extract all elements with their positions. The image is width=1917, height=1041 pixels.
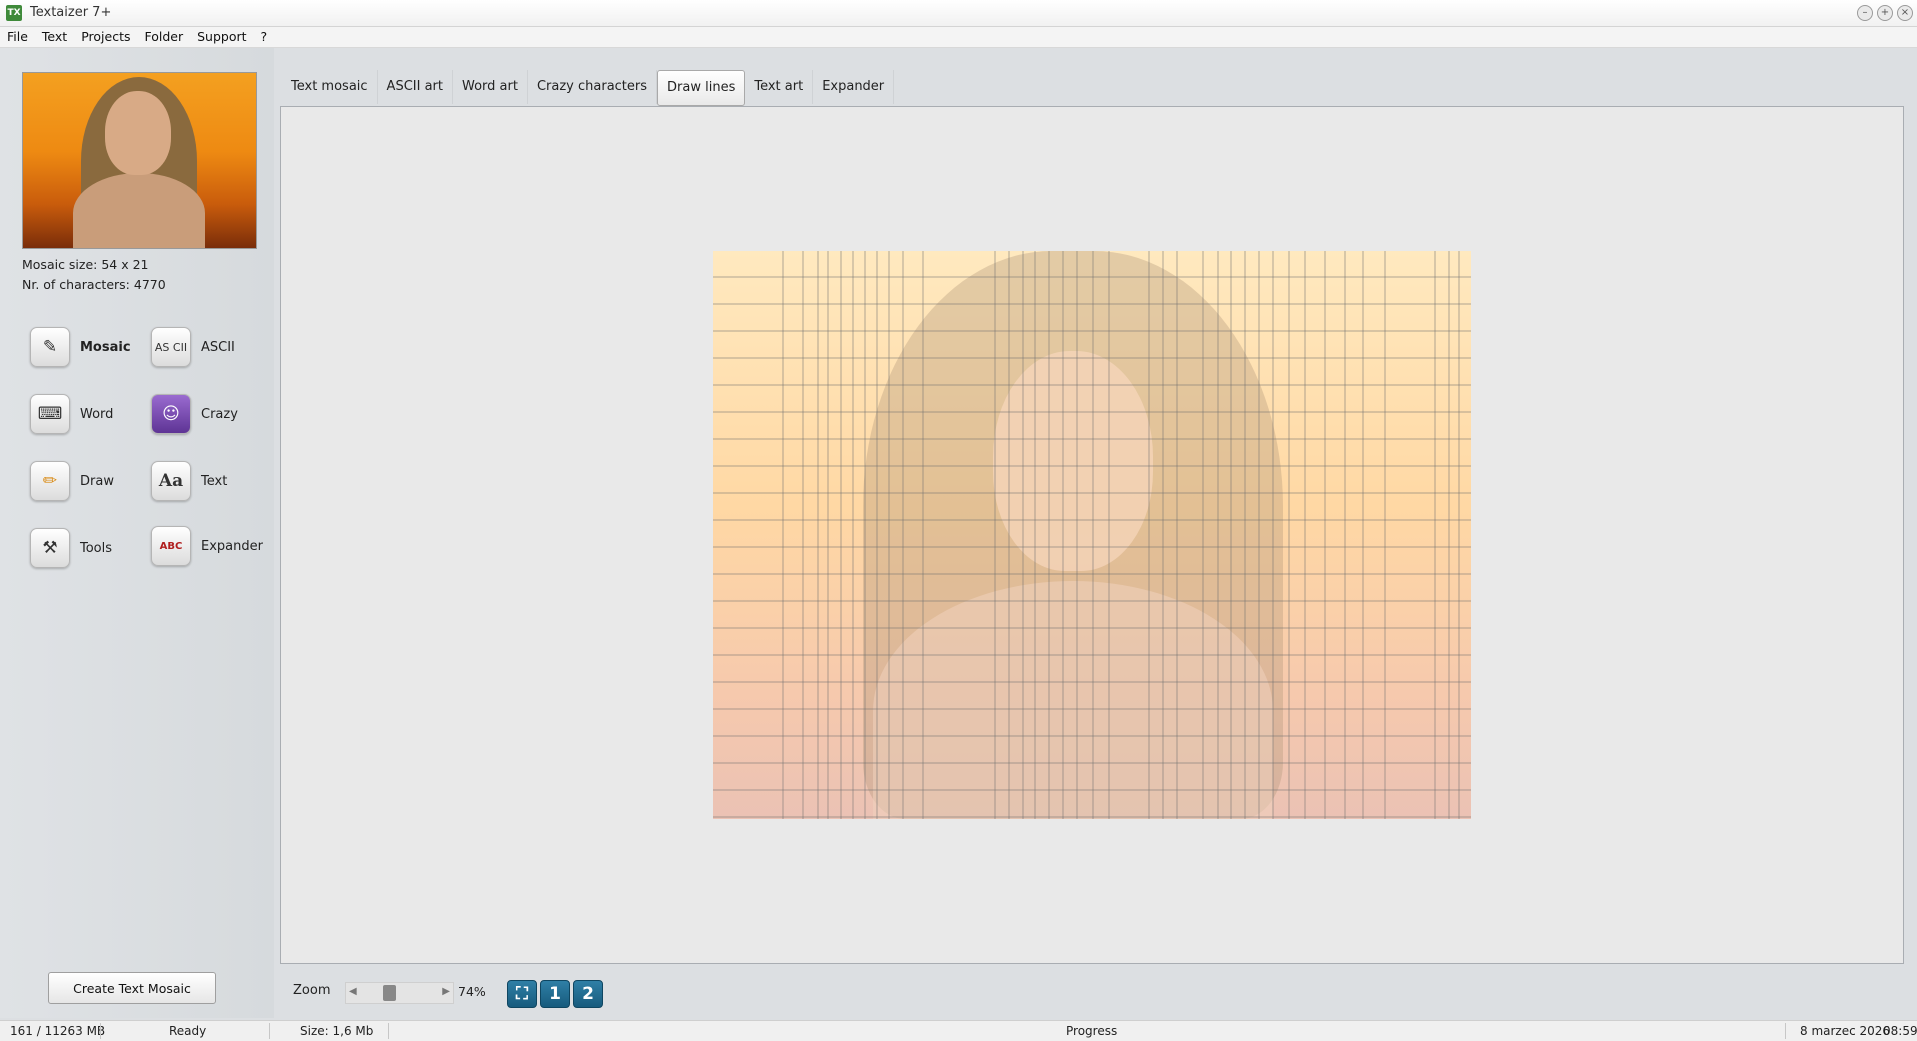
crazy-face-icon: ☺ bbox=[151, 394, 191, 434]
mode-label: Draw bbox=[80, 473, 114, 489]
tools-icon: ⚒ bbox=[30, 528, 70, 568]
zoom-2-button[interactable]: 2 bbox=[573, 980, 603, 1008]
app-icon: TX bbox=[6, 5, 22, 21]
menu-file[interactable]: File bbox=[0, 27, 35, 47]
tab-draw-lines[interactable]: Draw lines bbox=[657, 70, 746, 106]
mode-label: Crazy bbox=[201, 406, 238, 422]
zoom-value: 74% bbox=[458, 984, 486, 999]
mode-label: Word bbox=[80, 406, 114, 422]
menu-folder[interactable]: Folder bbox=[137, 27, 190, 47]
font-icon: Aa bbox=[151, 461, 191, 501]
tab-crazy-characters[interactable]: Crazy characters bbox=[528, 70, 658, 104]
slider-left-arrow-icon[interactable]: ◀ bbox=[349, 986, 357, 997]
mode-label: Tools bbox=[80, 540, 113, 556]
tab-bar: Text mosaic ASCII art Word art Crazy cha… bbox=[282, 70, 895, 106]
mode-mosaic[interactable]: ✎ Mosaic bbox=[30, 327, 131, 367]
fit-to-window-icon[interactable]: ⛶ bbox=[507, 980, 537, 1008]
mode-label: Expander bbox=[201, 538, 263, 554]
zoom-label: Zoom bbox=[293, 983, 331, 998]
status-time: 08:59 bbox=[1883, 1024, 1917, 1038]
status-memory: 161 / 11263 MB bbox=[10, 1024, 106, 1038]
menu-projects[interactable]: Projects bbox=[74, 27, 137, 47]
title-bar: TX Textaizer 7+ – + × bbox=[0, 0, 1917, 27]
tab-text-art[interactable]: Text art bbox=[745, 70, 814, 104]
mode-label: Text bbox=[201, 473, 228, 489]
abc-brush-icon: ABC bbox=[151, 526, 191, 566]
mode-expander[interactable]: ABC Expander bbox=[151, 526, 263, 566]
menu-bar: File Text Projects Folder Support ? bbox=[0, 27, 1917, 48]
sidebar: Mosaic size: 54 x 21 Nr. of characters: … bbox=[0, 48, 274, 1018]
source-image-thumbnail[interactable] bbox=[22, 72, 257, 249]
status-size: Size: 1,6 Mb bbox=[300, 1024, 374, 1038]
line-grid-overlay bbox=[713, 251, 1471, 819]
tab-expander[interactable]: Expander bbox=[813, 70, 895, 104]
pen-paper-icon: ✎ bbox=[30, 327, 70, 367]
status-state: Ready bbox=[169, 1024, 207, 1038]
tab-ascii-art[interactable]: ASCII art bbox=[378, 70, 453, 104]
menu-support[interactable]: Support bbox=[190, 27, 253, 47]
character-count: Nr. of characters: 4770 bbox=[22, 277, 166, 292]
preview-canvas[interactable] bbox=[280, 106, 1904, 964]
status-date: 8 marzec 2026 bbox=[1800, 1024, 1891, 1038]
draw-lines-preview[interactable] bbox=[713, 251, 1471, 819]
slider-right-arrow-icon[interactable]: ▶ bbox=[442, 986, 450, 997]
zoom-slider[interactable]: ◀ ▶ bbox=[345, 982, 454, 1004]
menu-text[interactable]: Text bbox=[35, 27, 74, 47]
status-bar: 161 / 11263 MB Ready Size: 1,6 Mb Progre… bbox=[0, 1020, 1917, 1041]
menu-help[interactable]: ? bbox=[254, 27, 275, 47]
typewriter-icon: ⌨ bbox=[30, 394, 70, 434]
window-title: Textaizer 7+ bbox=[30, 5, 112, 20]
mode-text[interactable]: Aa Text bbox=[151, 461, 227, 501]
mode-ascii[interactable]: AS CII ASCII bbox=[151, 327, 235, 367]
mosaic-size: Mosaic size: 54 x 21 bbox=[22, 257, 149, 272]
zoom-slider-thumb[interactable] bbox=[383, 985, 396, 1001]
mode-label: Mosaic bbox=[80, 339, 131, 355]
close-icon[interactable]: × bbox=[1897, 5, 1913, 21]
mode-tools[interactable]: ⚒ Tools bbox=[30, 528, 112, 568]
ascii-icon: AS CII bbox=[151, 327, 191, 367]
mode-word[interactable]: ⌨ Word bbox=[30, 394, 113, 434]
mode-label: ASCII bbox=[201, 339, 235, 355]
tab-word-art[interactable]: Word art bbox=[453, 70, 528, 104]
mode-crazy[interactable]: ☺ Crazy bbox=[151, 394, 238, 434]
mode-draw[interactable]: ✏ Draw bbox=[30, 461, 114, 501]
zoom-1-button[interactable]: 1 bbox=[540, 980, 570, 1008]
pencil-icon: ✏ bbox=[30, 461, 70, 501]
status-progress: Progress bbox=[1066, 1024, 1118, 1038]
maximize-icon[interactable]: + bbox=[1877, 5, 1893, 21]
tab-text-mosaic[interactable]: Text mosaic bbox=[282, 70, 378, 104]
window-controls: – + × bbox=[1857, 5, 1913, 21]
create-text-mosaic-button[interactable]: Create Text Mosaic bbox=[48, 972, 216, 1004]
minimize-icon[interactable]: – bbox=[1857, 5, 1873, 21]
